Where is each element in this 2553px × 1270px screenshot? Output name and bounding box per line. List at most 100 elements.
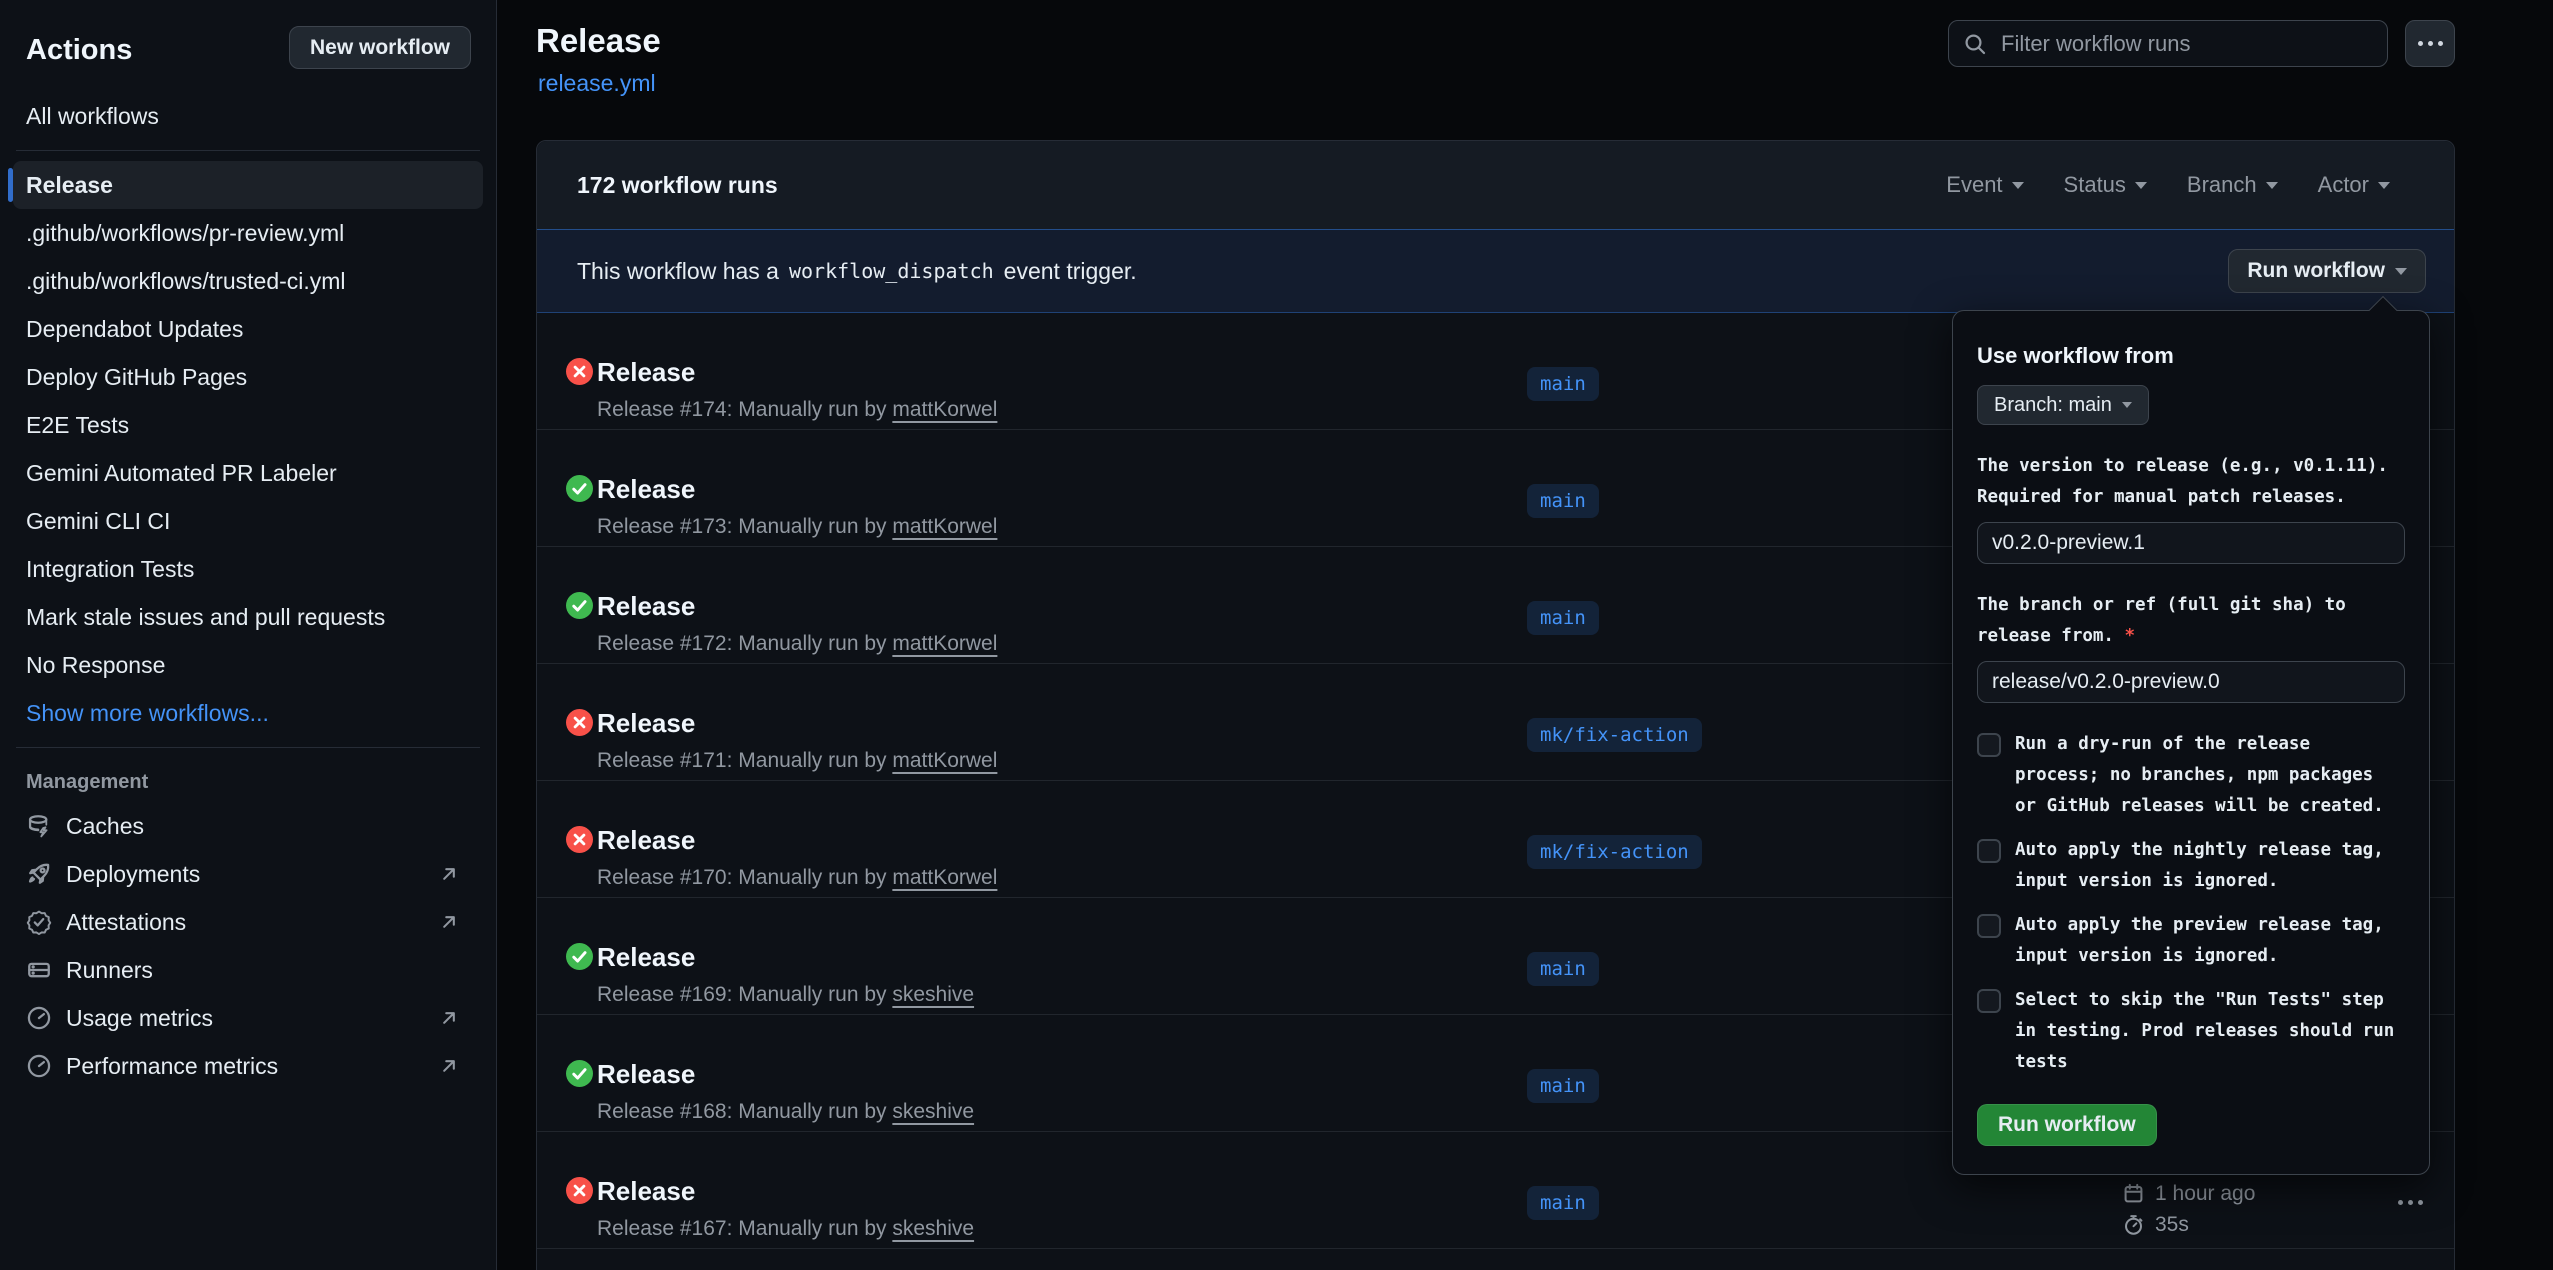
run-actor-link[interactable]: mattKorwel bbox=[892, 632, 997, 655]
run-failed-icon bbox=[566, 1177, 593, 1204]
run-filters: Event Status Branch Actor bbox=[1946, 172, 2390, 198]
runs-list-header: 172 workflow runs Event Status Branch Ac… bbox=[537, 141, 2454, 229]
sidebar-item-label: Runners bbox=[66, 957, 153, 984]
run-description: Release #167: Manually run by skeshive bbox=[597, 1217, 974, 1241]
panel-checkbox-group: Run a dry-run of the release process; no… bbox=[1977, 729, 2405, 822]
sidebar-item-deployments[interactable]: Deployments bbox=[0, 850, 496, 898]
run-workflow-submit-button[interactable]: Run workflow bbox=[1977, 1104, 2157, 1146]
run-title-link[interactable]: Release bbox=[597, 1176, 695, 1207]
version-input[interactable] bbox=[1977, 522, 2405, 564]
sidebar-workflow-item[interactable]: Release bbox=[13, 161, 483, 209]
calendar-icon bbox=[2122, 1182, 2145, 1205]
sidebar-item-caches[interactable]: Caches bbox=[0, 802, 496, 850]
search-icon bbox=[1963, 32, 1987, 56]
external-link-icon bbox=[438, 863, 460, 885]
checkbox-label: Run a dry-run of the release process; no… bbox=[2015, 729, 2384, 822]
external-link-icon bbox=[438, 1055, 460, 1077]
sidebar-workflow-item[interactable]: Deploy GitHub Pages bbox=[13, 353, 483, 401]
run-meta: 1 hour ago 35s bbox=[2122, 1178, 2255, 1240]
banner-text: event trigger. bbox=[1004, 258, 1137, 285]
sidebar-workflow-item[interactable]: E2E Tests bbox=[13, 401, 483, 449]
workflow-list: Release .github/workflows/pr-review.yml … bbox=[0, 161, 496, 689]
chevron-down-icon bbox=[2395, 268, 2407, 275]
branch-badge[interactable]: main bbox=[1527, 952, 1599, 986]
runs-count: 172 workflow runs bbox=[577, 172, 778, 199]
branch-badge[interactable]: main bbox=[1527, 1186, 1599, 1220]
checkbox[interactable] bbox=[1977, 733, 2001, 757]
sidebar-workflow-label: .github/workflows/trusted-ci.yml bbox=[26, 268, 346, 295]
sidebar-item-runners[interactable]: Runners bbox=[0, 946, 496, 994]
sidebar-workflow-label: No Response bbox=[26, 652, 165, 679]
sidebar-workflow-item[interactable]: Dependabot Updates bbox=[13, 305, 483, 353]
sidebar-workflow-label: Mark stale issues and pull requests bbox=[26, 604, 385, 631]
page-title: Release bbox=[536, 22, 661, 60]
checkbox-label: Auto apply the nightly release tag, inpu… bbox=[2015, 835, 2384, 897]
run-description: Release #170: Manually run by mattKorwel bbox=[597, 866, 997, 890]
sidebar-item-attestations[interactable]: Attestations bbox=[0, 898, 496, 946]
run-title-link[interactable]: Release bbox=[597, 1059, 695, 1090]
sidebar-workflow-item[interactable]: Mark stale issues and pull requests bbox=[13, 593, 483, 641]
run-actor-link[interactable]: skeshive bbox=[892, 1100, 974, 1123]
filter-actor[interactable]: Actor bbox=[2318, 172, 2390, 198]
checkbox[interactable] bbox=[1977, 989, 2001, 1013]
checkbox[interactable] bbox=[1977, 839, 2001, 863]
ref-input[interactable] bbox=[1977, 661, 2405, 703]
workflow-file-link[interactable]: release.yml bbox=[538, 70, 656, 97]
rocket-icon bbox=[26, 861, 52, 887]
ref-field-label: The branch or ref (full git sha) to rele… bbox=[1977, 590, 2405, 652]
branch-badge[interactable]: mk/fix-action bbox=[1527, 718, 1702, 752]
run-actor-link[interactable]: mattKorwel bbox=[892, 749, 997, 772]
run-title-link[interactable]: Release bbox=[597, 708, 695, 739]
run-actor-link[interactable]: mattKorwel bbox=[892, 398, 997, 421]
sidebar-workflow-item[interactable]: .github/workflows/trusted-ci.yml bbox=[13, 257, 483, 305]
run-failed-icon bbox=[566, 709, 593, 736]
checkbox[interactable] bbox=[1977, 914, 2001, 938]
sidebar-item-usage-metrics[interactable]: Usage metrics bbox=[0, 994, 496, 1042]
show-more-workflows-link[interactable]: Show more workflows... bbox=[0, 689, 496, 737]
run-duration: 35s bbox=[2155, 1213, 2189, 1237]
filter-branch[interactable]: Branch bbox=[2187, 172, 2278, 198]
branch-badge[interactable]: main bbox=[1527, 367, 1599, 401]
panel-checkbox-group: Auto apply the nightly release tag, inpu… bbox=[1977, 835, 2405, 897]
workflow-dispatch-banner: This workflow has a workflow_dispatch ev… bbox=[537, 229, 2454, 313]
checkbox-label: Select to skip the "Run Tests" step in t… bbox=[2015, 985, 2394, 1078]
sidebar-workflow-item[interactable]: No Response bbox=[13, 641, 483, 689]
sidebar-title: Actions bbox=[26, 34, 132, 67]
run-title-link[interactable]: Release bbox=[597, 591, 695, 622]
checkbox-label: Auto apply the preview release tag, inpu… bbox=[2015, 910, 2384, 972]
new-workflow-button[interactable]: New workflow bbox=[289, 26, 471, 69]
cache-icon bbox=[26, 813, 52, 839]
run-success-icon bbox=[566, 943, 593, 970]
branch-badge[interactable]: main bbox=[1527, 601, 1599, 635]
run-title-link[interactable]: Release bbox=[597, 825, 695, 856]
sidebar-workflow-label: Dependabot Updates bbox=[26, 316, 243, 343]
run-title-link[interactable]: Release bbox=[597, 357, 695, 388]
version-field-label: The version to release (e.g., v0.1.11). … bbox=[1977, 451, 2405, 513]
run-title-link[interactable]: Release bbox=[597, 942, 695, 973]
filter-status[interactable]: Status bbox=[2064, 172, 2147, 198]
sidebar-workflow-label: Deploy GitHub Pages bbox=[26, 364, 247, 391]
branch-badge[interactable]: main bbox=[1527, 1069, 1599, 1103]
sidebar-workflow-item[interactable]: Integration Tests bbox=[13, 545, 483, 593]
run-options-kebab-button[interactable] bbox=[2392, 1194, 2429, 1211]
run-title-link[interactable]: Release bbox=[597, 474, 695, 505]
run-actor-link[interactable]: mattKorwel bbox=[892, 515, 997, 538]
sidebar-workflow-item[interactable]: Gemini Automated PR Labeler bbox=[13, 449, 483, 497]
branch-badge[interactable]: mk/fix-action bbox=[1527, 835, 1702, 869]
sidebar-workflow-item[interactable]: Gemini CLI CI bbox=[13, 497, 483, 545]
sidebar-item-all-workflows[interactable]: All workflows bbox=[0, 92, 496, 140]
run-actor-link[interactable]: mattKorwel bbox=[892, 866, 997, 889]
branch-selector-button[interactable]: Branch: main bbox=[1977, 385, 2149, 425]
run-workflow-dropdown-button[interactable]: Run workflow bbox=[2228, 249, 2426, 293]
run-actor-link[interactable]: skeshive bbox=[892, 983, 974, 1006]
management-section-label: Management bbox=[0, 762, 496, 802]
sidebar-item-performance-metrics[interactable]: Performance metrics bbox=[0, 1042, 496, 1090]
filter-workflow-runs-input[interactable] bbox=[1949, 21, 2387, 66]
sidebar-workflow-item[interactable]: .github/workflows/pr-review.yml bbox=[13, 209, 483, 257]
required-asterisk: * bbox=[2125, 626, 2136, 646]
run-success-icon bbox=[566, 475, 593, 502]
run-actor-link[interactable]: skeshive bbox=[892, 1217, 974, 1240]
filter-event[interactable]: Event bbox=[1946, 172, 2023, 198]
workflow-options-kebab-button[interactable] bbox=[2405, 20, 2455, 67]
branch-badge[interactable]: main bbox=[1527, 484, 1599, 518]
